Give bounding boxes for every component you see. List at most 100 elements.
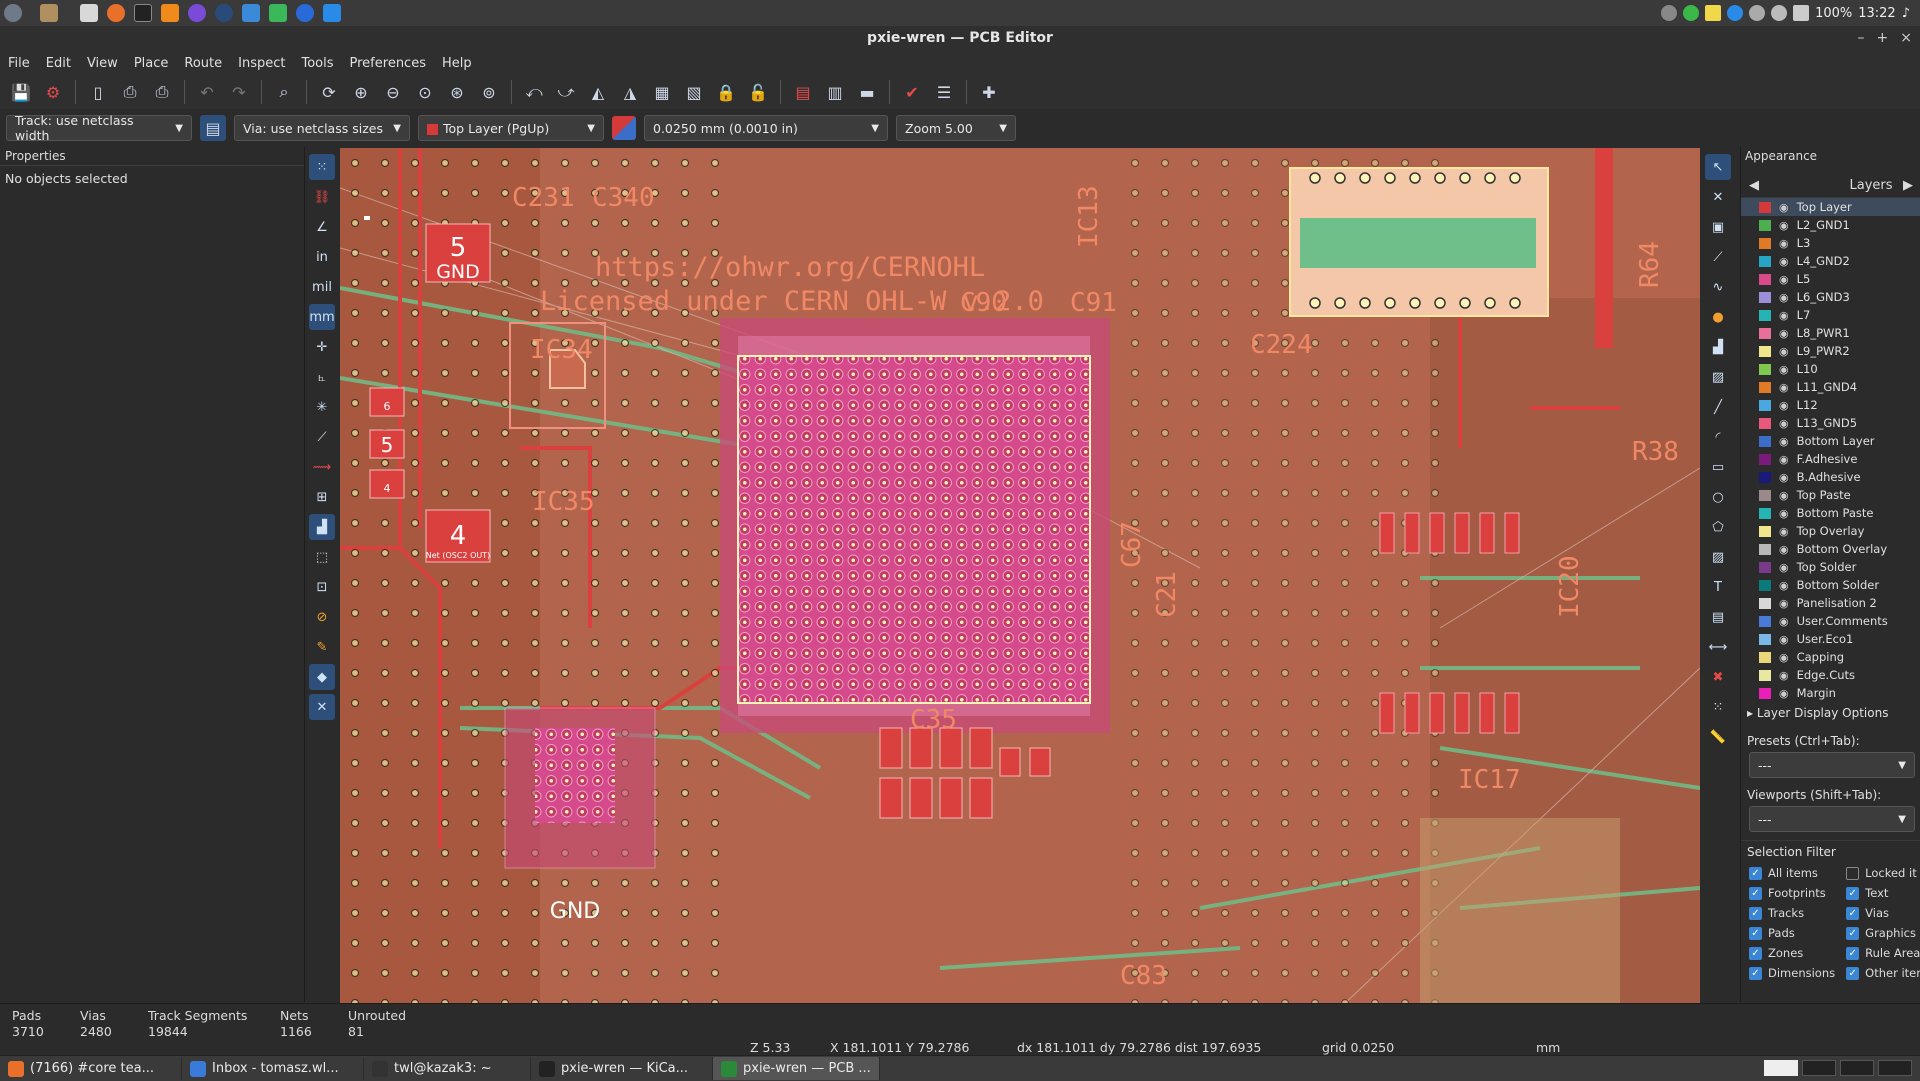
- polar-coords-icon[interactable]: ∠: [309, 214, 335, 240]
- tab-layers[interactable]: Layers: [1849, 178, 1892, 193]
- draw-arc-icon[interactable]: ◜: [1705, 424, 1731, 450]
- filter-checkbox[interactable]: ✓: [1749, 906, 1762, 920]
- layer-row[interactable]: ◉ L6_GND3: [1741, 288, 1920, 306]
- eye-icon[interactable]: ◉: [1779, 291, 1789, 304]
- layer-manager-icon[interactable]: ◆: [309, 664, 335, 690]
- filter-row[interactable]: ✓ Tracks: [1749, 903, 1846, 923]
- filter-row[interactable]: ✓ All items: [1749, 863, 1846, 883]
- layer-color-swatch[interactable]: [1759, 489, 1771, 501]
- eye-icon[interactable]: ◉: [1779, 237, 1789, 250]
- add-zone-icon[interactable]: ▟: [1705, 334, 1731, 360]
- menu-view[interactable]: View: [79, 56, 126, 71]
- layer-row[interactable]: ◉ Top Overlay: [1741, 522, 1920, 540]
- layer-row[interactable]: ◉ L12: [1741, 396, 1920, 414]
- add-via-icon[interactable]: ●: [1705, 304, 1731, 330]
- netlist-icon[interactable]: ▤: [790, 79, 816, 105]
- layer-row[interactable]: ◉ L10: [1741, 360, 1920, 378]
- add-footprint-icon[interactable]: ▣: [1705, 214, 1731, 240]
- taskbar-item[interactable]: pxie-wren — PCB ...: [713, 1057, 880, 1080]
- layer-color-swatch[interactable]: [1759, 651, 1771, 663]
- filter-row[interactable]: ✓ Rule Area: [1846, 943, 1920, 963]
- high-contrast-icon[interactable]: ✎: [309, 634, 335, 660]
- layer-color-swatch[interactable]: [1759, 201, 1771, 213]
- zoom-fit-icon[interactable]: ⊙: [412, 79, 438, 105]
- layer-row[interactable]: ◉ Margin: [1741, 684, 1920, 702]
- shield-icon[interactable]: [1683, 5, 1700, 21]
- add-text-icon[interactable]: T: [1705, 574, 1731, 600]
- zoom-objects-icon[interactable]: ⊛: [444, 79, 470, 105]
- find-icon[interactable]: ⌕: [271, 79, 297, 105]
- layer-row[interactable]: ◉ L9_PWR2: [1741, 342, 1920, 360]
- footprint-library-icon[interactable]: ▥: [822, 79, 848, 105]
- layer-color-swatch[interactable]: [1759, 363, 1771, 375]
- layer-color-swatch[interactable]: [1759, 633, 1771, 645]
- filter-row[interactable]: ✓ Dimensions: [1749, 963, 1846, 983]
- delete-tool-icon[interactable]: ✖: [1705, 664, 1731, 690]
- taskbar-item[interactable]: twl@kazak3: ~: [364, 1057, 531, 1080]
- print-icon[interactable]: ⎙: [117, 79, 143, 105]
- properties-panel-icon[interactable]: ✕: [309, 694, 335, 720]
- menu-place[interactable]: Place: [126, 56, 177, 71]
- add-image-icon[interactable]: ▨: [1705, 544, 1731, 570]
- menu-route[interactable]: Route: [176, 56, 230, 71]
- user-icon[interactable]: [1749, 5, 1766, 21]
- board-setup-icon[interactable]: ⚙: [40, 79, 66, 105]
- filter-row[interactable]: ✓ Text: [1846, 883, 1920, 903]
- menu-preferences[interactable]: Preferences: [342, 56, 434, 71]
- layer-color-swatch[interactable]: [1759, 507, 1771, 519]
- draw-line-icon[interactable]: ╱: [1705, 394, 1731, 420]
- zone-fill-icon[interactable]: ▟: [309, 514, 335, 540]
- eye-icon[interactable]: ◉: [1779, 687, 1789, 700]
- route-track-icon[interactable]: ⟋: [1705, 244, 1731, 270]
- thunderbird-icon[interactable]: [242, 4, 260, 22]
- scripting-icon[interactable]: ✚: [976, 79, 1002, 105]
- group-icon[interactable]: ▦: [649, 79, 675, 105]
- add-dimension-icon[interactable]: ⟷: [1705, 634, 1731, 660]
- filter-checkbox[interactable]: ✓: [1749, 966, 1762, 980]
- layer-row[interactable]: ◉ User.Eco1: [1741, 630, 1920, 648]
- layer-color-swatch[interactable]: [1759, 669, 1771, 681]
- filter-checkbox[interactable]: [1846, 866, 1860, 880]
- measure-icon[interactable]: 📏: [1705, 724, 1731, 750]
- track-outline-icon[interactable]: ⊞: [309, 484, 335, 510]
- taskbar-item[interactable]: pxie-wren — KiCa...: [531, 1057, 713, 1080]
- chevron-left-icon[interactable]: ◀: [1749, 178, 1759, 193]
- layer-color-swatch[interactable]: [1759, 615, 1771, 627]
- filter-row[interactable]: ✓ Graphics: [1846, 923, 1920, 943]
- eye-icon[interactable]: ◉: [1779, 309, 1789, 322]
- menu-help[interactable]: Help: [434, 56, 480, 71]
- footprint-editor-icon[interactable]: ▬: [854, 79, 880, 105]
- draw-polygon-icon[interactable]: ⬠: [1705, 514, 1731, 540]
- pcb-canvas[interactable]: https://ohwr.org/CERNOHL Licensed under …: [340, 148, 1700, 1003]
- track-width-select[interactable]: Track: use netclass width ▼: [6, 113, 192, 143]
- via-size-select[interactable]: Via: use netclass sizes ▼: [234, 115, 410, 141]
- draw-rectangle-icon[interactable]: ▭: [1705, 454, 1731, 480]
- tune-length-icon[interactable]: ∿: [1705, 274, 1731, 300]
- units-inch-button[interactable]: in: [309, 244, 335, 270]
- files-icon[interactable]: [40, 4, 58, 22]
- layer-select[interactable]: Top Layer (PgUp) ▼: [418, 115, 604, 141]
- board-statistics-icon[interactable]: ☰: [931, 79, 957, 105]
- layer-color-swatch[interactable]: [1759, 687, 1771, 699]
- refresh-icon[interactable]: ⟳: [316, 79, 342, 105]
- layer-row[interactable]: ◉ L4_GND2: [1741, 252, 1920, 270]
- filter-row[interactable]: ✓ Pads: [1749, 923, 1846, 943]
- wifi-icon[interactable]: [1771, 5, 1788, 21]
- layer-row[interactable]: ◉ Bottom Solder: [1741, 576, 1920, 594]
- rotate-cw-icon[interactable]: ⤻: [553, 79, 579, 105]
- layer-color-swatch[interactable]: [1759, 525, 1771, 537]
- redo-icon[interactable]: ↷: [226, 79, 252, 105]
- layer-row[interactable]: ◉ L2_GND1: [1741, 216, 1920, 234]
- eye-icon[interactable]: ◉: [1779, 219, 1789, 232]
- eye-icon[interactable]: ◉: [1779, 579, 1789, 592]
- menu-edit[interactable]: Edit: [38, 56, 79, 71]
- filter-row[interactable]: ✓ Other iter: [1846, 963, 1920, 983]
- layer-row[interactable]: ◉ Top Solder: [1741, 558, 1920, 576]
- layer-row[interactable]: ◉ F.Adhesive: [1741, 450, 1920, 468]
- draw-circle-icon[interactable]: ○: [1705, 484, 1731, 510]
- eye-icon[interactable]: ◉: [1779, 453, 1789, 466]
- layer-row[interactable]: ◉ L5: [1741, 270, 1920, 288]
- rotate-ccw-icon[interactable]: ⤺: [521, 79, 547, 105]
- presets-select[interactable]: --- ▼: [1749, 752, 1915, 778]
- lock-widths-icon[interactable]: ▤: [200, 115, 226, 141]
